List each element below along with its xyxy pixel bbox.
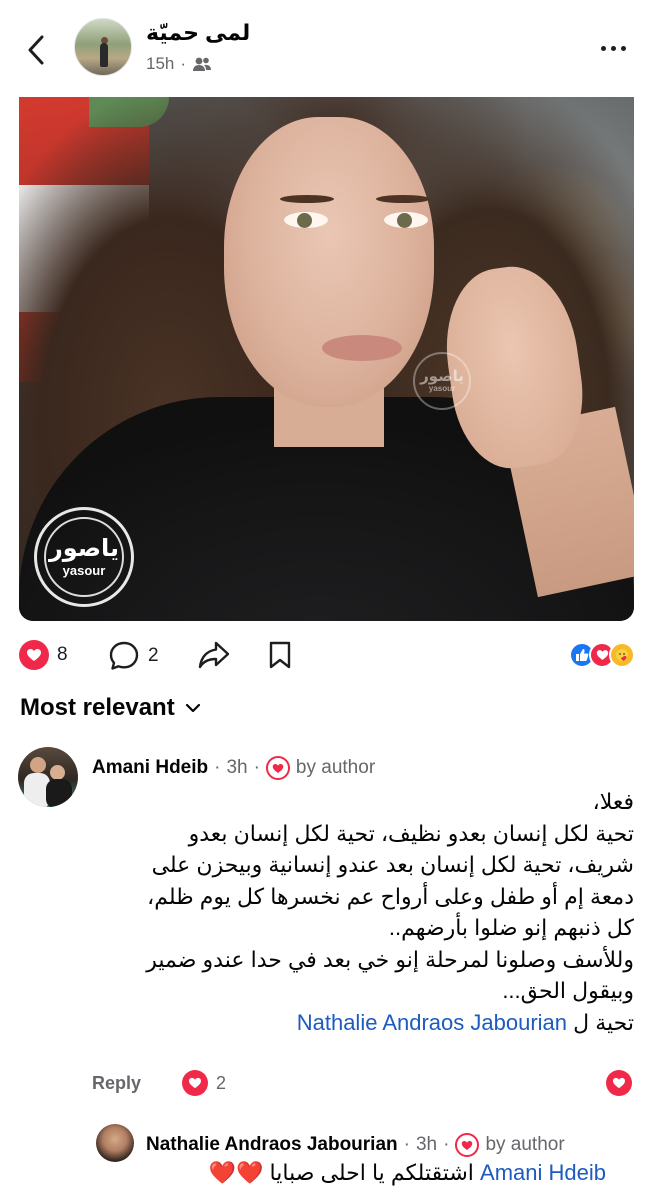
comment-separator: ·	[443, 1134, 450, 1155]
love-reaction-icon	[182, 1070, 208, 1096]
more-options-button[interactable]	[595, 36, 631, 60]
comment-icon	[109, 641, 139, 670]
author-name[interactable]: لمى حميّة	[146, 20, 250, 46]
author-badge-label: by author	[295, 757, 376, 778]
bookmark-icon	[269, 641, 291, 669]
watermark-logo-small: ياصور yasour	[413, 352, 471, 410]
post-actions: 8 2	[0, 636, 653, 676]
comments-sort-dropdown[interactable]: Most relevant	[20, 694, 201, 722]
heart-icon	[613, 1077, 625, 1089]
reactions-summary[interactable]	[569, 642, 635, 668]
comment-header: Nathalie Andraos Jabourian · 3h · by aut…	[146, 1133, 565, 1157]
comment-line: فعلا،	[592, 789, 634, 814]
commenter-name[interactable]: Amani Hdeib	[92, 757, 208, 779]
love-reaction-icon	[19, 640, 49, 670]
comment-line: تحية ل Nathalie Andraos Jabourian	[18, 1007, 634, 1039]
comment-line: شريف، تحية لكل إنسان بعد عندو إنسانية وب…	[151, 852, 634, 877]
sort-label: Most relevant	[20, 694, 175, 721]
author-love-badge-icon	[265, 756, 290, 780]
comment-text: تحية ل	[573, 1009, 634, 1035]
comment-footer: Reply 2	[92, 1068, 632, 1098]
post-meta: 15h ·	[146, 54, 212, 74]
chevron-down-icon	[185, 703, 200, 713]
like-count: 8	[57, 644, 68, 665]
comment-separator: ·	[253, 757, 260, 778]
comment-line: كل ذنبهم إنو ضلوا بأرضهم..	[388, 915, 634, 940]
mention-link[interactable]: Amani Hdeib	[480, 1160, 606, 1185]
comment-line: دمعة إم أو طفل وعلى أرواح عم نخسرها كل ي…	[147, 883, 634, 909]
post-time: 15h	[146, 54, 175, 73]
mention-link[interactable]: Nathalie Andraos Jabourian	[297, 1010, 567, 1035]
watermark-ar: ياصور	[420, 368, 464, 385]
face	[224, 117, 434, 407]
comment-love-button[interactable]	[606, 1070, 632, 1096]
post-header: لمى حميّة 15h ·	[0, 0, 653, 96]
dot	[620, 45, 626, 51]
dot	[610, 45, 616, 51]
comment-line: وبيقول الحق...	[502, 978, 634, 1003]
watermark-logo: ياصور yasour	[34, 507, 134, 607]
comment-text: اشتقتلكم يا احلى صبايا	[263, 1160, 481, 1185]
chevron-left-icon	[28, 35, 44, 65]
watermark-ar: ياصور	[48, 534, 120, 562]
comment-line: وللأسف وصلونا لمرحلة إنو خي بعد في حدا ع…	[146, 946, 634, 972]
comment-time: 3h	[415, 1134, 438, 1155]
share-button[interactable]	[198, 640, 230, 670]
watermark-en: yasour	[428, 384, 456, 393]
comment-body: فعلا، تحية لكل إنسان بعدو نظيف، تحية لكل…	[18, 786, 634, 1038]
share-icon	[198, 641, 230, 669]
commenter-avatar[interactable]	[96, 1124, 134, 1162]
comment-separator: ·	[403, 1134, 410, 1155]
like-button[interactable]: 8	[19, 640, 68, 670]
commenter-name[interactable]: Nathalie Andraos Jabourian	[146, 1134, 398, 1156]
care-reaction-icon	[609, 642, 635, 668]
heart-emoji-icon: ❤️❤️	[208, 1160, 264, 1185]
author-love-badge-icon	[455, 1133, 480, 1157]
comment-line: تحية لكل إنسان بعدو نظيف، تحية لكل إنسان…	[188, 820, 634, 846]
dot	[600, 45, 606, 51]
comment-count: 2	[148, 645, 159, 666]
comment-reaction-count: 2	[216, 1072, 227, 1093]
author-avatar[interactable]	[74, 18, 132, 76]
meta-separator: ·	[180, 54, 187, 73]
author-badge-label: by author	[485, 1134, 565, 1155]
comment-header: Amani Hdeib · 3h · by author	[92, 756, 375, 780]
reply-button[interactable]: Reply	[92, 1073, 141, 1094]
back-button[interactable]	[20, 30, 52, 70]
comment-separator: ·	[214, 757, 221, 778]
comment-body: Amani Hdeib اشتقتلكم يا احلى صبايا ❤️❤️	[146, 1160, 606, 1186]
comment-reactions[interactable]: 2	[182, 1070, 226, 1096]
save-button[interactable]	[268, 640, 292, 670]
comment-button[interactable]: 2	[108, 640, 159, 672]
friends-icon	[193, 57, 212, 71]
post-photo[interactable]: ياصور yasour ياصور yasour	[19, 97, 634, 621]
comment-time: 3h	[226, 757, 248, 778]
watermark-en: yasour	[62, 562, 106, 578]
